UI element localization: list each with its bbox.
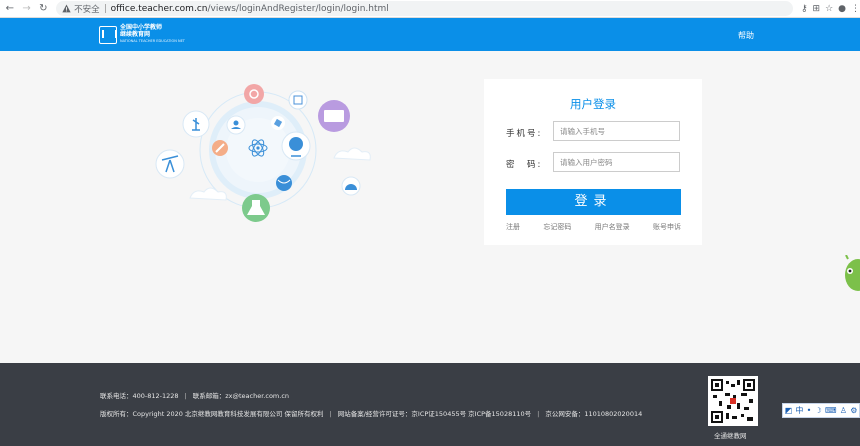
ime-logo-icon[interactable]: ◩ <box>785 406 793 415</box>
translate-icon[interactable]: ⊞ <box>813 4 821 14</box>
security-label[interactable]: 不安全 <box>74 3 100 15</box>
reload-icon[interactable]: ↻ <box>36 2 50 16</box>
footer-icp[interactable]: 网站备案/经营许可证号：京ICP证150455号 京ICP备15028110号 <box>338 410 531 418</box>
logo-subtitle: NATIONAL TEACHER EDUCATION NET <box>120 39 185 43</box>
footer-legal: 版权所有：Copyright 2020 北京继教网教育科技发展有限公司 保留所有… <box>100 410 643 418</box>
username-login-link[interactable]: 用户名登录 <box>595 222 630 232</box>
login-title: 用户登录 <box>570 97 616 111</box>
login-card: 用户登录 手机号: 密 码: 登录 注册 忘记密码 用户名登录 账号申诉 <box>484 79 702 245</box>
ime-moon-icon[interactable]: ☽ <box>815 406 822 415</box>
star-icon[interactable]: ☆ <box>825 4 833 14</box>
globe-icon <box>289 137 303 151</box>
key-icon[interactable]: ⚷ <box>801 4 808 14</box>
browser-toolbar: ← → ↻ 不安全 office.teacher.com.cn/views/lo… <box>0 0 860 18</box>
ime-punctuation-icon[interactable]: • <box>807 406 812 415</box>
forward-icon[interactable]: → <box>20 2 34 16</box>
logo-title-line2: 继续教育网 <box>120 31 151 38</box>
divider <box>104 4 106 13</box>
site-logo[interactable]: 全国中小学教师 继续教育网 NATIONAL TEACHER EDUCATION… <box>99 24 185 45</box>
account-icon[interactable]: ● <box>838 4 846 14</box>
password-input[interactable] <box>553 152 680 172</box>
phone-input[interactable] <box>553 121 680 141</box>
url-host[interactable]: office.teacher.com.cn <box>111 4 208 14</box>
register-link[interactable]: 注册 <box>506 222 520 232</box>
ime-keyboard-icon[interactable]: ⌨ <box>825 406 837 415</box>
menu-icon[interactable]: ⋮ <box>851 4 860 14</box>
ime-lang-toggle[interactable]: 中 <box>795 405 803 416</box>
url-path[interactable]: /views/loginAndRegister/login/login.html <box>207 4 388 14</box>
help-link[interactable]: 帮助 <box>738 30 754 41</box>
back-icon[interactable]: ← <box>3 2 17 16</box>
footer-phone: 联系电话：400-812-1228 <box>100 392 179 400</box>
logo-title-line1: 全国中小学教师 <box>120 24 163 31</box>
logo-icon <box>99 25 117 44</box>
qr-caption: 全通继教网 <box>714 432 747 440</box>
mascot-icon[interactable] <box>840 255 860 295</box>
password-label: 密 码: <box>506 160 543 170</box>
ime-settings-icon[interactable]: ⚙ <box>850 406 857 415</box>
footer-copyright: 版权所有：Copyright 2020 北京继教网教育科技发展有限公司 保留所有… <box>100 410 324 418</box>
site-footer: 联系电话：400-812-1228 | 联系邮箱：zx@teacher.com.cn… <box>0 363 860 446</box>
qr-code <box>708 376 758 426</box>
ime-toolbar[interactable]: ◩ 中 • ☽ ⌨ ♙ ⚙ <box>782 403 860 418</box>
login-button[interactable]: 登录 <box>506 189 681 215</box>
gear-icon <box>244 84 264 104</box>
account-appeal-link[interactable]: 账号申诉 <box>653 222 681 232</box>
ime-user-icon[interactable]: ♙ <box>840 406 847 415</box>
footer-email: 联系邮箱：zx@teacher.com.cn <box>192 392 290 400</box>
education-illustration <box>155 84 371 222</box>
forgot-password-link[interactable]: 忘记密码 <box>543 222 571 232</box>
phone-label: 手机号: <box>506 129 543 139</box>
footer-police[interactable]: 京公网安备：11010802020014 <box>545 410 642 418</box>
footer-contact: 联系电话：400-812-1228 | 联系邮箱：zx@teacher.com.cn <box>100 392 290 400</box>
address-bar[interactable]: 不安全 office.teacher.com.cn/views/loginAnd… <box>56 1 793 16</box>
warning-icon <box>62 4 71 13</box>
login-links: 注册 忘记密码 用户名登录 账号申诉 <box>506 222 681 232</box>
site-header: 全国中小学教师 继续教育网 NATIONAL TEACHER EDUCATION… <box>0 18 860 51</box>
